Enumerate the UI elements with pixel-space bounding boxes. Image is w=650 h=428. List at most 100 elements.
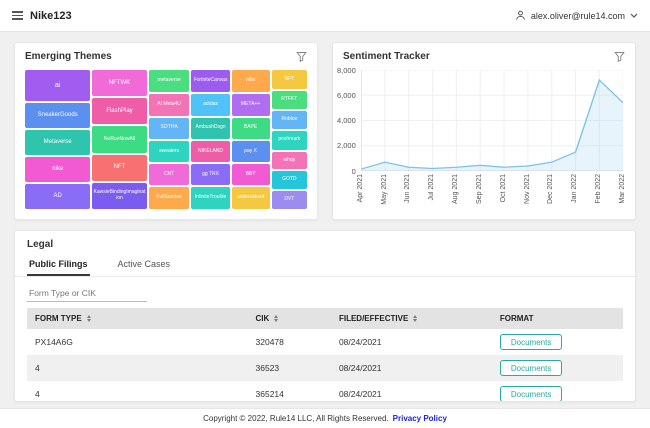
treemap-tile[interactable]: undervalued [232,187,270,209]
treemap-tile[interactable]: KawsieBindingImagination [92,183,146,209]
legal-table-head-row: FORM TYPE CIK FILED/EFFECTIVE FORMAT [27,308,623,329]
column-header: FORMAT [492,308,623,329]
x-tick-label: Mar 2022 [619,174,626,204]
documents-button[interactable]: Documents [500,386,562,402]
sort-icon[interactable] [274,315,278,322]
treemap-tile[interactable]: Roblox [272,111,307,129]
main-content: Emerging Themes aiSneakerGoodsMetaversen… [0,32,650,402]
table-row: 43652308/24/2021 Documents [27,355,623,381]
treemap-tile[interactable]: metaverse [149,70,190,92]
treemap-tile[interactable]: ai [25,70,90,101]
treemap-tile[interactable]: gg TRX [191,164,229,185]
cell-form-type: 4 [27,381,248,402]
sentiment-chart-svg [361,70,623,171]
column-header[interactable]: FILED/EFFECTIVE [331,308,492,329]
treemap-column: metaverseAI Meta4USOTHAsweatersCNTFullSu… [149,70,190,209]
treemap-tile[interactable]: NFTWK [92,70,146,96]
sentiment-tracker-title: Sentiment Tracker [343,51,430,62]
user-email: alex.oliver@rule14.com [531,11,625,21]
treemap-tile[interactable]: RTFKT [272,91,307,109]
x-tick-label: Jan 2022 [571,174,578,203]
treemap: aiSneakerGoodsMetaversenikeADNFTWKFlashP… [15,66,317,219]
treemap-tile[interactable]: SneakerGoods [25,103,90,128]
treemap-tile[interactable]: nike [232,70,270,92]
treemap-tile[interactable]: BBY [232,164,270,185]
documents-button[interactable]: Documents [500,360,562,376]
cell-form-type: 4 [27,355,248,381]
treemap-tile[interactable]: InfiniteTrouble [191,187,229,209]
treemap-column: nikeMETA++BAPEpay XBBYundervalued [232,70,270,209]
cell-cik: 365214 [248,381,331,402]
table-row: 436521408/24/2021Documents [27,381,623,402]
sentiment-chart: 8,0006,0004,0002,0000 Apr 2021May 2021Ju… [333,66,635,219]
column-header[interactable]: CIK [248,308,331,329]
treemap-column: FortniteCanvasadidasAmbushDsgnNIKELANDgg… [191,70,229,209]
x-tick-label: Apr 2021 [357,174,364,202]
treemap-tile[interactable]: FortniteCanvas [191,70,229,92]
x-tick-label: Dec 2021 [547,174,554,204]
treemap-tile[interactable]: NIKELAND [191,141,229,163]
cell-form-type: PX14A6G [27,329,248,355]
treemap-column: aiSneakerGoodsMetaversenikeAD [25,70,90,209]
x-tick-label: Sep 2021 [476,174,483,204]
x-tick-label: Feb 2022 [595,174,602,204]
treemap-tile[interactable]: DVT [272,191,307,209]
treemap-tile[interactable]: BAPE [232,118,270,139]
column-header-label: CIK [256,314,270,323]
emerging-themes-title: Emerging Themes [25,51,112,62]
x-tick-label: May 2021 [381,174,388,205]
treemap-tile[interactable]: FullSundae [149,187,190,209]
legal-table: FORM TYPE CIK FILED/EFFECTIVE FORMAT PX14A6… [27,308,623,402]
treemap-tile[interactable]: NFT [272,70,307,89]
copyright-text: Copyright © 2022, Rule14 LLC, All Rights… [203,414,389,423]
filter-icon[interactable] [614,51,625,62]
treemap-tile[interactable]: META++ [232,94,270,116]
sort-icon[interactable] [87,315,91,322]
treemap-tile[interactable]: NoRunNowAll [92,126,146,152]
legal-table-body: PX14A6G32047808/24/2021Documents43652308… [27,329,623,402]
treemap-tile[interactable]: CNT [149,164,190,185]
chart-x-axis: Apr 2021May 2021Jun 2021Jul 2021Aug 2021… [361,174,623,211]
emerging-themes-card: Emerging Themes aiSneakerGoodsMetaversen… [14,42,318,220]
treemap-column: NFT RTFKT Roblox poshmark whopGOTD DVT [272,70,307,209]
tab-public-filings[interactable]: Public Filings [27,255,90,276]
documents-button[interactable]: Documents [500,334,562,350]
treemap-tile[interactable]: sweaters [149,141,190,163]
brand: Nike123 [12,10,72,22]
column-header-label: FORMAT [500,314,534,323]
treemap-tile[interactable]: whop [272,152,307,170]
cell-filed-effective: 08/24/2021 [331,355,492,381]
cell-format: Documents [492,329,623,355]
tab-active-cases[interactable]: Active Cases [116,255,173,276]
treemap-tile[interactable]: GOTD [272,171,307,189]
treemap-tile[interactable]: NFT [92,155,146,181]
sort-icon[interactable] [413,315,417,322]
footer: Copyright © 2022, Rule14 LLC, All Rights… [0,408,650,428]
cell-cik: 320478 [248,329,331,355]
treemap-tile[interactable]: FlashPlay [92,98,146,124]
filter-icon[interactable] [296,51,307,62]
column-header[interactable]: FORM TYPE [27,308,248,329]
treemap-tile[interactable]: AD [25,184,90,209]
form-type-cik-input[interactable] [27,285,147,302]
column-header-label: FILED/EFFECTIVE [339,314,408,323]
treemap-tile[interactable]: pay X [232,141,270,163]
x-tick-label: Oct 2021 [500,174,507,202]
treemap-tile[interactable]: AI Meta4U [149,94,190,116]
treemap-tile[interactable]: AmbushDsgn [191,118,229,139]
user-menu[interactable]: alex.oliver@rule14.com [515,10,638,21]
cell-format: Documents [492,381,623,402]
menu-icon[interactable] [12,11,23,20]
cell-filed-effective: 08/24/2021 [331,329,492,355]
cell-format: Documents [492,355,623,381]
legal-title: Legal [15,231,635,250]
treemap-tile[interactable]: Metaverse [25,130,90,155]
user-icon [515,10,526,21]
treemap-tile[interactable]: SOTHA [149,118,190,139]
privacy-policy-link[interactable]: Privacy Policy [393,414,447,423]
cell-cik: 36523 [248,355,331,381]
treemap-tile[interactable]: adidas [191,94,229,116]
treemap-tile[interactable]: poshmark [272,131,307,150]
treemap-tile[interactable]: nike [25,157,90,182]
x-tick-label: Aug 2021 [452,174,459,204]
